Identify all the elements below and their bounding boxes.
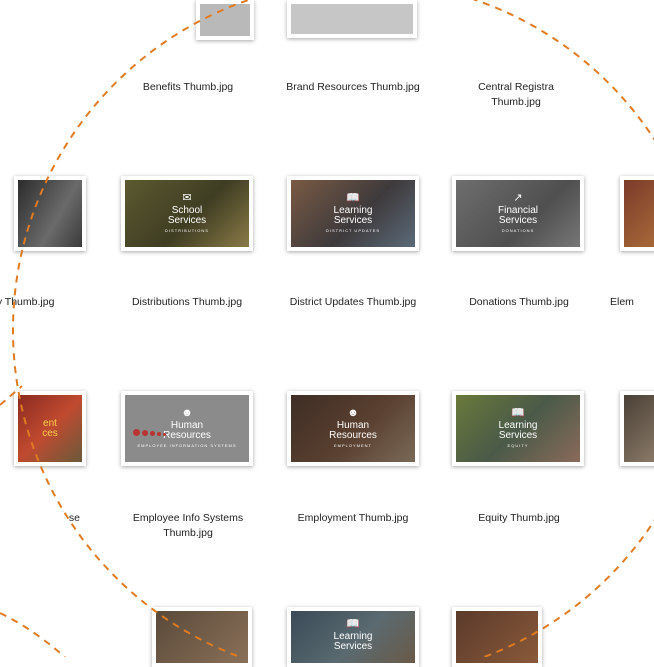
file-thumbnail-distributions[interactable]: ✉ School Services DISTRIBUTIONS bbox=[121, 176, 253, 251]
file-thumbnail-elementary[interactable] bbox=[620, 176, 654, 251]
book-icon: 📖 bbox=[346, 192, 360, 204]
file-thumbnail-equity[interactable]: 📖 Learning Services EQUITY bbox=[452, 391, 584, 466]
file-thumbnail-employment[interactable]: ☻ Human Resources EMPLOYMENT bbox=[287, 391, 419, 466]
thumb-title-2: Services bbox=[333, 641, 373, 652]
book-icon: 📖 bbox=[511, 407, 525, 419]
thumb-title-2: Services bbox=[498, 430, 538, 441]
file-caption-brand-resources[interactable]: Brand Resources Thumb.jpg bbox=[278, 80, 428, 95]
file-thumbnail-donations[interactable]: ↗ Financial Services DONATIONS bbox=[452, 176, 584, 251]
book-icon: 📖 bbox=[346, 618, 360, 630]
users-icon: ☻ bbox=[347, 407, 359, 419]
file-thumbnail-employee-info[interactable]: ☻ Human Resources EMPLOYEE INFORMATION S… bbox=[121, 391, 253, 466]
decorative-dots bbox=[133, 423, 168, 441]
file-thumbnail-district-updates[interactable]: 📖 Learning Services DISTRICT UPDATES bbox=[287, 176, 419, 251]
file-caption-donations[interactable]: Donations Thumb.jpg bbox=[444, 295, 594, 310]
thumb-subtitle: DONATIONS bbox=[501, 228, 535, 233]
file-caption-employment[interactable]: Employment Thumb.jpg bbox=[278, 511, 428, 526]
thumb-subtitle: EMPLOYEE INFORMATION SYSTEMS bbox=[137, 443, 237, 448]
envelope-icon: ✉ bbox=[182, 192, 192, 204]
file-thumbnail-brand[interactable] bbox=[287, 0, 417, 38]
finder-grid: Benefits Thumb.jpg Brand Resources Thumb… bbox=[0, 0, 654, 667]
file-thumbnail-bottom-right[interactable] bbox=[452, 607, 542, 667]
thumb-title-2: Services bbox=[333, 215, 373, 226]
thumb-subtitle: EMPLOYMENT bbox=[333, 443, 372, 448]
file-caption-security[interactable]: ity Thumb.jpg bbox=[0, 295, 98, 310]
thumb-title-2: Resources bbox=[163, 430, 211, 441]
file-thumbnail-bottom-left[interactable] bbox=[152, 607, 252, 667]
thumb-subtitle: EQUITY bbox=[507, 443, 529, 448]
thumb-subtitle: DISTRIBUTIONS bbox=[165, 228, 209, 233]
file-thumbnail-partial[interactable] bbox=[196, 0, 254, 40]
file-thumbnail-enterprise[interactable]: ent ces bbox=[14, 391, 86, 466]
thumb-subtitle: DISTRICT UPDATES bbox=[325, 228, 381, 233]
thumb-title-2: ces bbox=[42, 427, 58, 439]
file-thumbnail-bottom-mid[interactable]: 📖 Learning Services bbox=[287, 607, 419, 667]
file-thumbnail-security[interactable] bbox=[14, 176, 86, 251]
file-caption-employee-info[interactable]: Employee Info Systems Thumb.jpg bbox=[113, 511, 263, 541]
users-icon: ☻ bbox=[181, 407, 193, 419]
file-caption-equity[interactable]: Equity Thumb.jpg bbox=[444, 511, 594, 526]
file-caption-elementary[interactable]: Elem bbox=[610, 295, 650, 310]
file-caption-distributions[interactable]: Distributions Thumb.jpg bbox=[112, 295, 262, 310]
file-caption-enterprise[interactable]: se bbox=[0, 511, 80, 526]
file-caption-district-updates[interactable]: District Updates Thumb.jpg bbox=[278, 295, 428, 310]
file-caption-benefits[interactable]: Benefits Thumb.jpg bbox=[113, 80, 263, 95]
chart-icon: ↗ bbox=[513, 192, 523, 204]
thumb-title-2: Services bbox=[167, 215, 207, 226]
thumb-title-2: Services bbox=[498, 215, 538, 226]
thumb-title-1: ent bbox=[43, 417, 57, 429]
thumb-title-2: Resources bbox=[329, 430, 377, 441]
file-caption-central-registration[interactable]: Central Registra Thumb.jpg bbox=[441, 80, 591, 110]
file-thumbnail-partial-right[interactable] bbox=[620, 391, 654, 466]
